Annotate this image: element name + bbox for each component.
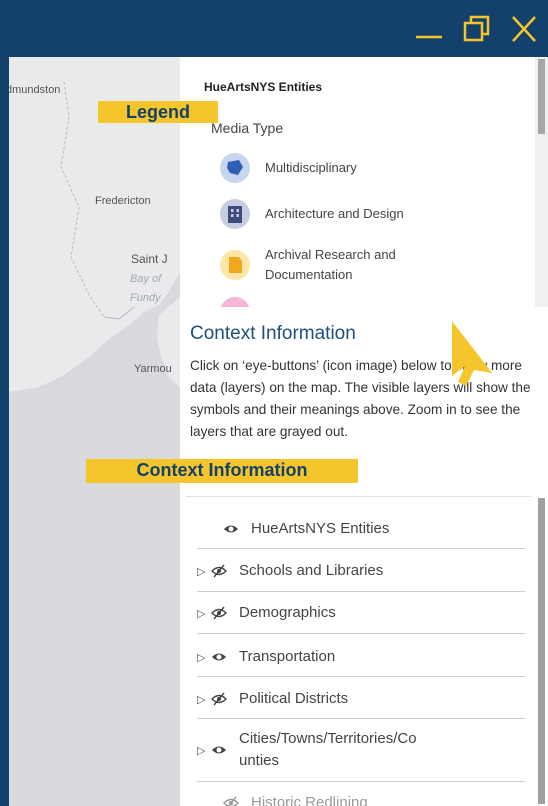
legend-item: Multidisciplinary <box>220 153 430 183</box>
layer-item-cities-towns[interactable]: ▷ Cities/Towns/Territories/Co unties <box>197 728 525 772</box>
eye-off-icon[interactable] <box>211 691 233 707</box>
building-icon <box>220 199 250 229</box>
expand-icon[interactable]: ▷ <box>197 565 211 578</box>
layer-label: Historic Redlining <box>251 794 368 806</box>
layer-label: Transportation <box>239 648 336 665</box>
layer-label: Political Districts <box>239 690 349 707</box>
mouse-cursor-icon <box>448 318 498 393</box>
layer-separator <box>197 676 525 677</box>
eye-icon[interactable] <box>223 521 245 537</box>
layer-label: Demographics <box>239 604 336 621</box>
layer-separator <box>197 548 525 549</box>
layer-separator <box>197 781 525 782</box>
layer-item-political-districts[interactable]: ▷ Political Districts <box>197 688 525 710</box>
legend-item: Archival Research and Documentation <box>220 245 430 285</box>
map-label-bay-of-fundy-1: Bay of <box>130 273 162 285</box>
layer-item-hueartsnys-entities[interactable]: HueArtsNYS Entities <box>197 518 525 540</box>
layer-label: Schools and Libraries <box>239 562 384 579</box>
multidisciplinary-icon <box>220 153 250 183</box>
layer-label: Cities/Towns/Territories/Co unties <box>239 730 417 769</box>
restore-button[interactable] <box>456 8 498 50</box>
legend-scrollbar-thumb[interactable] <box>538 59 545 134</box>
close-button[interactable] <box>503 8 545 50</box>
close-icon <box>512 16 536 42</box>
legend-item-label: Multidisciplinary <box>265 160 357 175</box>
legend-panel: HueArtsNYS Entities Media Type Multidisc… <box>180 57 548 307</box>
expand-icon[interactable]: ▷ <box>197 693 211 706</box>
layer-item-demographics[interactable]: ▷ Demographics <box>197 602 525 624</box>
layer-label: HueArtsNYS Entities <box>251 520 390 537</box>
layer-separator <box>197 591 525 592</box>
legend-field-label: Media Type <box>211 120 284 136</box>
layer-item-schools-and-libraries[interactable]: ▷ Schools and Libraries <box>197 560 525 582</box>
expand-icon[interactable]: ▷ <box>197 744 211 757</box>
layer-list-scrollbar-thumb[interactable] <box>538 498 545 804</box>
context-heading: Context Information <box>190 323 356 344</box>
layer-list-panel: HueArtsNYS Entities ▷ Schools and Librar… <box>180 496 548 806</box>
map-label-fredericton: Fredericton <box>95 195 151 207</box>
minimize-icon <box>416 35 442 39</box>
window-frame-left <box>0 57 9 806</box>
minimize-button[interactable] <box>408 8 450 50</box>
legend-scrollbar[interactable] <box>535 57 548 307</box>
legend-item: Architecture and Design <box>220 199 430 229</box>
eye-off-icon[interactable] <box>211 563 233 579</box>
map-label-bay-of-fundy-2: Fundy <box>130 292 161 304</box>
expand-icon[interactable]: ▷ <box>197 651 211 664</box>
legend-tag: Legend <box>98 101 218 123</box>
map-label-saint-john: Saint J <box>131 252 168 266</box>
eye-off-icon[interactable] <box>211 605 233 621</box>
eye-off-icon[interactable] <box>223 795 245 806</box>
layer-item-transportation[interactable]: ▷ Transportation <box>197 646 525 668</box>
map-view[interactable]: dmundston Fredericton Saint J Bay of Fun… <box>9 57 180 806</box>
map-label-yarmouth: Yarmou <box>134 363 172 375</box>
archive-icon <box>220 250 250 280</box>
context-information-tag: Context Information <box>86 459 358 483</box>
legend-item-label: Archival Research and Documentation <box>265 247 396 282</box>
map-basemap <box>9 57 180 806</box>
expand-icon[interactable]: ▷ <box>197 607 211 620</box>
legend-layer-title: HueArtsNYS Entities <box>204 80 323 94</box>
map-label-edmundston: dmundston <box>9 84 61 96</box>
restore-icon <box>463 15 490 42</box>
layer-separator <box>197 633 525 634</box>
legend-item-label: Architecture and Design <box>265 206 404 221</box>
eye-icon[interactable] <box>211 649 233 665</box>
layer-list-scrollbar[interactable] <box>535 496 548 806</box>
layer-separator <box>197 718 525 719</box>
layer-list-divider <box>186 496 531 497</box>
window-titlebar <box>0 0 548 57</box>
layer-item-historic-redlining[interactable]: Historic Redlining <box>197 792 525 806</box>
legend-symbol-partial <box>220 297 250 307</box>
eye-icon[interactable] <box>211 742 233 758</box>
